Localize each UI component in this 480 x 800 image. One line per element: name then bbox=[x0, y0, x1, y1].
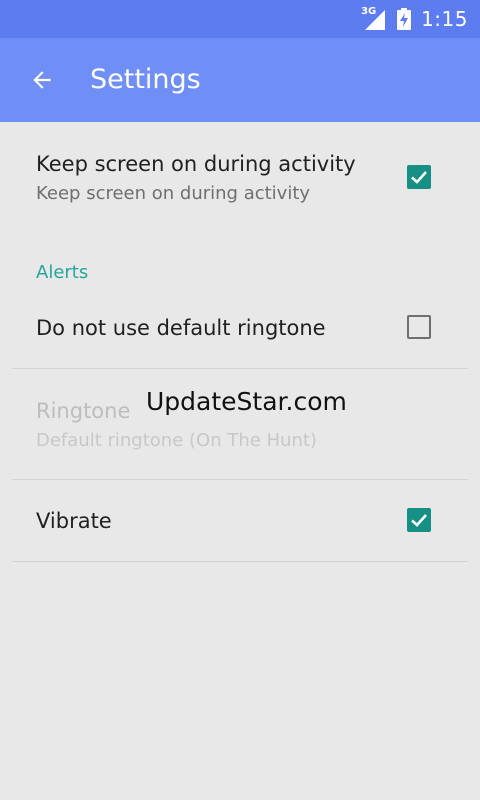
network-indicator: 3G bbox=[361, 6, 387, 30]
setting-summary: Default ringtone (On The Hunt) bbox=[36, 430, 317, 451]
back-button[interactable] bbox=[20, 60, 64, 100]
watermark-text: UpdateStar.com bbox=[146, 387, 347, 416]
setting-title: Ringtone bbox=[36, 399, 131, 423]
keep-screen-on-checkbox[interactable] bbox=[407, 165, 431, 189]
checkmark-icon bbox=[411, 171, 427, 184]
status-icons: 3G 1:15 bbox=[361, 0, 468, 38]
setting-default-ringtone[interactable]: Do not use default ringtone bbox=[0, 300, 480, 366]
status-bar: 3G 1:15 bbox=[0, 0, 480, 38]
arrow-back-icon bbox=[33, 71, 51, 89]
clock: 1:15 bbox=[421, 7, 468, 31]
battery-charging-icon bbox=[397, 8, 412, 30]
default-ringtone-checkbox[interactable] bbox=[407, 315, 431, 339]
signal-icon bbox=[365, 10, 386, 30]
app-bar: Settings bbox=[0, 38, 480, 122]
setting-vibrate[interactable]: Vibrate bbox=[0, 481, 480, 559]
page-title: Settings bbox=[90, 64, 201, 95]
setting-title: Vibrate bbox=[36, 509, 112, 533]
setting-summary: Keep screen on during activity bbox=[36, 183, 311, 204]
divider bbox=[12, 368, 468, 369]
section-header-alerts: Alerts bbox=[36, 262, 89, 283]
setting-title: Do not use default ringtone bbox=[36, 316, 326, 340]
divider bbox=[12, 561, 468, 562]
setting-keep-screen-on[interactable]: Keep screen on during activity Keep scre… bbox=[0, 140, 480, 226]
checkmark-icon bbox=[411, 514, 427, 527]
divider bbox=[12, 479, 468, 480]
vibrate-checkbox[interactable] bbox=[407, 508, 431, 532]
setting-title: Keep screen on during activity bbox=[36, 152, 356, 176]
